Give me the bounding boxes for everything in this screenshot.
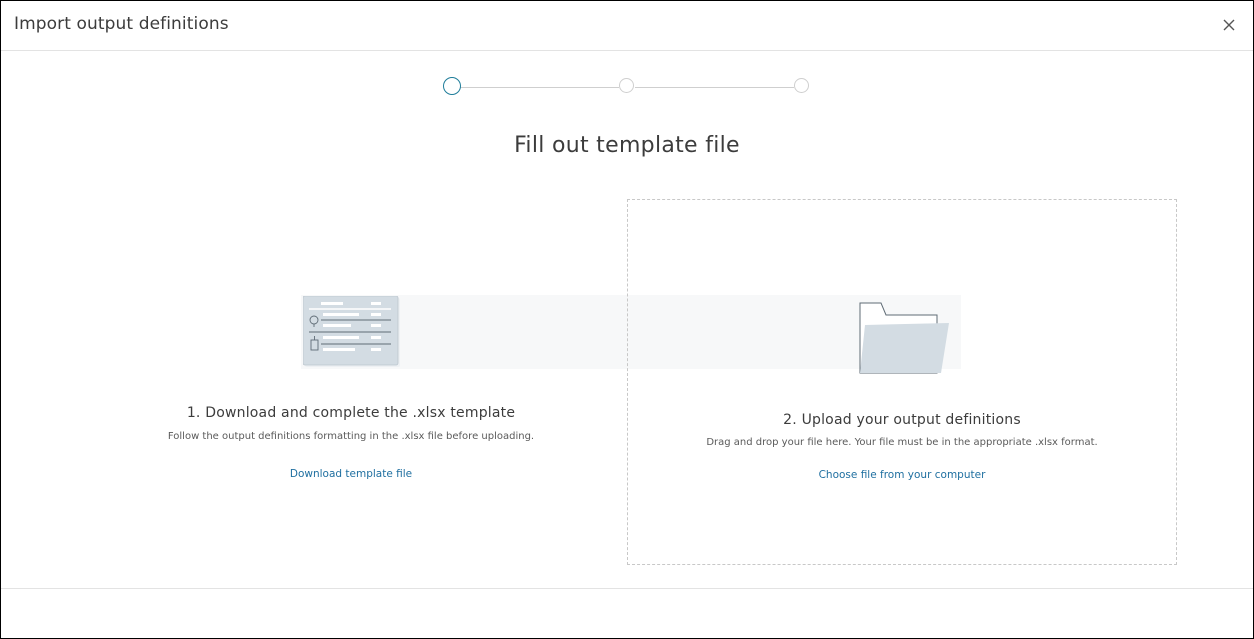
- upload-link-row: Choose file from your computer: [628, 469, 1176, 481]
- stepper-connector: [635, 87, 794, 88]
- upload-title: 2. Upload your output definitions: [783, 412, 1021, 428]
- footer-divider: [1, 588, 1253, 589]
- upload-dropzone[interactable]: 2. Upload your output definitions Drag a…: [627, 199, 1177, 565]
- choose-file-link[interactable]: Choose file from your computer: [819, 469, 986, 481]
- close-button[interactable]: [1219, 15, 1239, 35]
- download-link-row: Download template file: [101, 468, 601, 480]
- download-description: Follow the output definitions formatting…: [167, 431, 535, 442]
- stepper-connector: [460, 87, 619, 88]
- folder-icon: [859, 302, 949, 374]
- step-1-indicator: [443, 77, 461, 95]
- download-template-link[interactable]: Download template file: [290, 468, 412, 480]
- dialog-title: Import output definitions: [14, 14, 229, 34]
- dialog-header: Import output definitions: [1, 1, 1253, 51]
- close-icon: [1223, 19, 1235, 31]
- upload-description: Drag and drop your file here. Your file …: [706, 437, 1098, 448]
- download-section: 1. Download and complete the .xlsx templ…: [101, 199, 601, 567]
- template-file-icon: [303, 296, 400, 367]
- step-3-indicator: [794, 78, 809, 93]
- download-title: 1. Download and complete the .xlsx templ…: [186, 405, 516, 421]
- progress-stepper: [443, 77, 813, 98]
- step-2-indicator: [619, 78, 634, 93]
- page-title: Fill out template file: [514, 133, 740, 158]
- import-dialog: Import output definitions Fill out templ…: [0, 0, 1254, 639]
